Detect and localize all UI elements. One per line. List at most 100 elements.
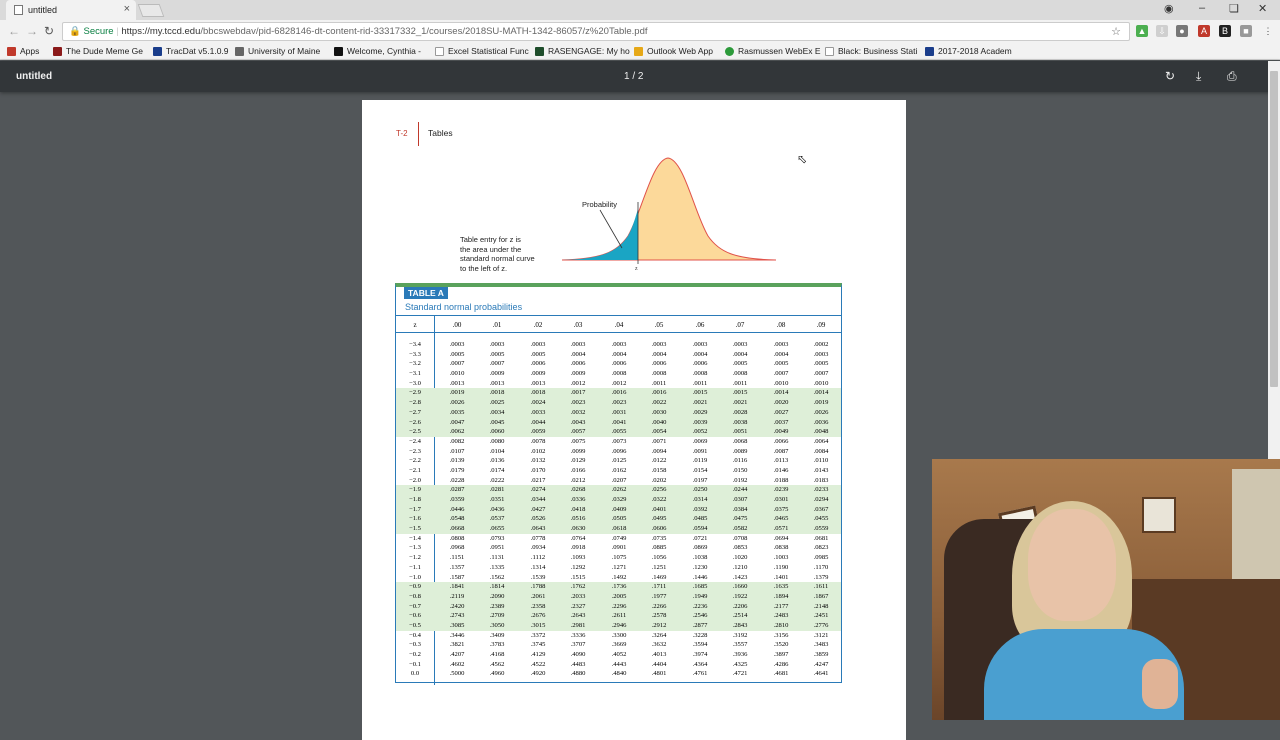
probability-cell: .0485 <box>692 515 708 523</box>
bookmark-excel-func[interactable]: Excel Statistical Func <box>435 46 529 56</box>
probability-cell: .4681 <box>773 670 789 678</box>
probability-cell: .4286 <box>773 660 789 668</box>
bookmark-rasengage[interactable]: RASENGAGE: My ho <box>535 46 630 56</box>
probability-cell: .0119 <box>692 457 708 465</box>
probability-cell: .0043 <box>570 418 586 426</box>
probability-cell: .1314 <box>530 563 546 571</box>
print-icon[interactable]: ⎙ <box>1227 69 1237 84</box>
table-row: 0.0 .5000 .4960 .4920 .4880 .4840 .4801 .4761 .4… <box>396 669 841 679</box>
maximize-icon[interactable]: ❏ <box>1229 2 1239 15</box>
extension-icon-b[interactable]: B <box>1219 25 1231 37</box>
acrobat-icon[interactable]: A <box>1198 25 1210 37</box>
probability-cell: .2946 <box>611 621 627 629</box>
browser-tab[interactable]: untitled × <box>6 0 136 20</box>
probability-cell: .0136 <box>489 457 505 465</box>
download-icon[interactable]: ⤓ <box>1196 69 1201 84</box>
probability-cell: .3897 <box>773 651 789 658</box>
probability-cell: .0239 <box>773 486 789 494</box>
scrollbar-thumb[interactable] <box>1270 71 1278 387</box>
probability-cell: .0032 <box>570 408 586 416</box>
extension-icon-download[interactable]: ⇩ <box>1156 25 1168 37</box>
probability-cell: .0014 <box>813 389 829 397</box>
probability-cell: .0071 <box>651 437 667 445</box>
probability-cell: .0107 <box>449 447 465 455</box>
bookmark-academic[interactable]: 2017-2018 Academ <box>925 46 1012 56</box>
table-row: −3.1 .0010 .0009 .0009 .0009 .0008 .0008 .0008.… <box>396 369 841 379</box>
bookmark-webex[interactable]: Rasmussen WebEx E <box>725 46 821 56</box>
address-bar[interactable]: 🔒 Secure | https://my.tccd.edu/bbcswebda… <box>62 22 1130 41</box>
z-value-cell: −2.6 <box>409 418 421 426</box>
menu-icon[interactable]: ⋮ <box>1262 25 1274 37</box>
bookmark-outlook[interactable]: Outlook Web App <box>634 46 713 56</box>
probability-cell: .0002 <box>813 341 829 348</box>
probability-cell: .1093 <box>570 554 586 562</box>
bookmark-welcome[interactable]: Welcome, Cynthia - <box>334 46 421 56</box>
bookmark-dude-meme[interactable]: The Dude Meme Ge <box>53 46 143 56</box>
reload-icon[interactable]: ↻ <box>44 24 54 38</box>
table-row: −1.4 .0808 .0793 .0778 .0764 .0749 .0735 .0721.… <box>396 534 841 544</box>
probability-cell: .1469 <box>651 573 667 581</box>
probability-cell: .2090 <box>489 592 505 600</box>
probability-cell: .4052 <box>611 651 627 658</box>
probability-cell: .0068 <box>732 437 748 445</box>
scrollbar[interactable] <box>1268 61 1280 459</box>
column-header: .07 <box>735 321 745 329</box>
probability-cell: .3446 <box>449 631 465 639</box>
forward-icon[interactable]: → <box>26 24 38 38</box>
back-icon[interactable]: ← <box>8 24 20 38</box>
probability-cell: .0003 <box>732 341 748 348</box>
extension-icon-gauge[interactable]: ● <box>1176 25 1188 37</box>
probability-cell: .1635 <box>773 583 789 591</box>
bookmarks-bar: Apps The Dude Meme Ge TracDat v5.1.0.9 U… <box>0 43 1280 60</box>
z-value-cell: −2.4 <box>409 437 421 445</box>
probability-cell: .0934 <box>530 544 546 552</box>
probability-cell: .0047 <box>449 418 465 426</box>
close-window-icon[interactable]: ✕ <box>1258 2 1267 15</box>
probability-cell: .1949 <box>692 592 708 600</box>
probability-pointer <box>599 209 623 249</box>
probability-cell: .1922 <box>732 592 748 600</box>
probability-cell: .0192 <box>732 476 748 484</box>
table-row: −2.0 .0228 .0222 .0217 .0212 .0207 .0202 .0197.… <box>396 476 841 486</box>
table-row: −0.7 .2420 .2389 .2358 .2327 .2296 .2266 .2236.… <box>396 601 841 612</box>
table-row: −1.5 .0668 .0655 .0643 .0630 .0618 .0606 .0594.… <box>396 524 841 534</box>
probability-cell: .0004 <box>773 350 789 358</box>
probability-cell: .3557 <box>732 641 748 649</box>
extension-icon-grey[interactable]: ■ <box>1240 25 1252 37</box>
probability-cell: .1112 <box>530 554 546 562</box>
probability-cell: .0009 <box>570 370 586 378</box>
browser-toolbar: ← → ↻ 🔒 Secure | https://my.tccd.edu/bbc… <box>0 20 1280 43</box>
probability-cell: .1271 <box>611 563 627 571</box>
probability-cell: .0322 <box>651 496 667 503</box>
probability-cell: .0017 <box>570 389 586 397</box>
probability-cell: .0526 <box>530 515 546 523</box>
account-icon[interactable]: ◉ <box>1164 2 1174 15</box>
close-tab-icon[interactable]: × <box>124 3 130 15</box>
probability-cell: .0968 <box>449 544 465 552</box>
probability-cell: .4562 <box>489 660 505 668</box>
probability-cell: .0179 <box>449 466 465 474</box>
probability-cell: .2148 <box>813 602 829 610</box>
rotate-icon[interactable]: ↻ <box>1165 69 1175 83</box>
probability-cell: .1867 <box>813 592 829 600</box>
table-row: −1.0 .1587 .1562 .1539 .1515 .1492 .1469 .1446.… <box>396 573 841 583</box>
probability-cell: .0060 <box>489 428 505 436</box>
extension-icon-green[interactable]: ▲ <box>1136 25 1148 37</box>
bookmark-apps[interactable]: Apps <box>7 46 39 56</box>
new-tab-button[interactable] <box>137 4 165 17</box>
probability-cell: .0004 <box>651 350 667 358</box>
bookmark-tracdat[interactable]: TracDat v5.1.0.9 <box>153 46 229 56</box>
probability-cell: .0012 <box>570 379 586 387</box>
probability-cell: .3859 <box>813 651 829 658</box>
probability-cell: .1977 <box>651 592 667 600</box>
bookmark-business-stat[interactable]: Black: Business Stati <box>825 46 917 56</box>
table-row: −1.3 .0968 .0951 .0934 .0918 .0901 .0885 .0869.… <box>396 543 841 553</box>
probability-cell: .3707 <box>570 641 586 649</box>
minimize-icon[interactable]: – <box>1199 2 1205 14</box>
table-row: −3.3 .0005 .0005 .0005 .0004 .0004 .0004 .0004.… <box>396 350 841 360</box>
probability-cell: .0170 <box>530 466 546 474</box>
bookmark-univ-maine[interactable]: University of Maine <box>235 46 320 56</box>
page-icon <box>435 46 444 56</box>
probability-cell: .0075 <box>570 437 586 445</box>
bookmark-star-icon[interactable]: ☆ <box>1111 25 1121 38</box>
